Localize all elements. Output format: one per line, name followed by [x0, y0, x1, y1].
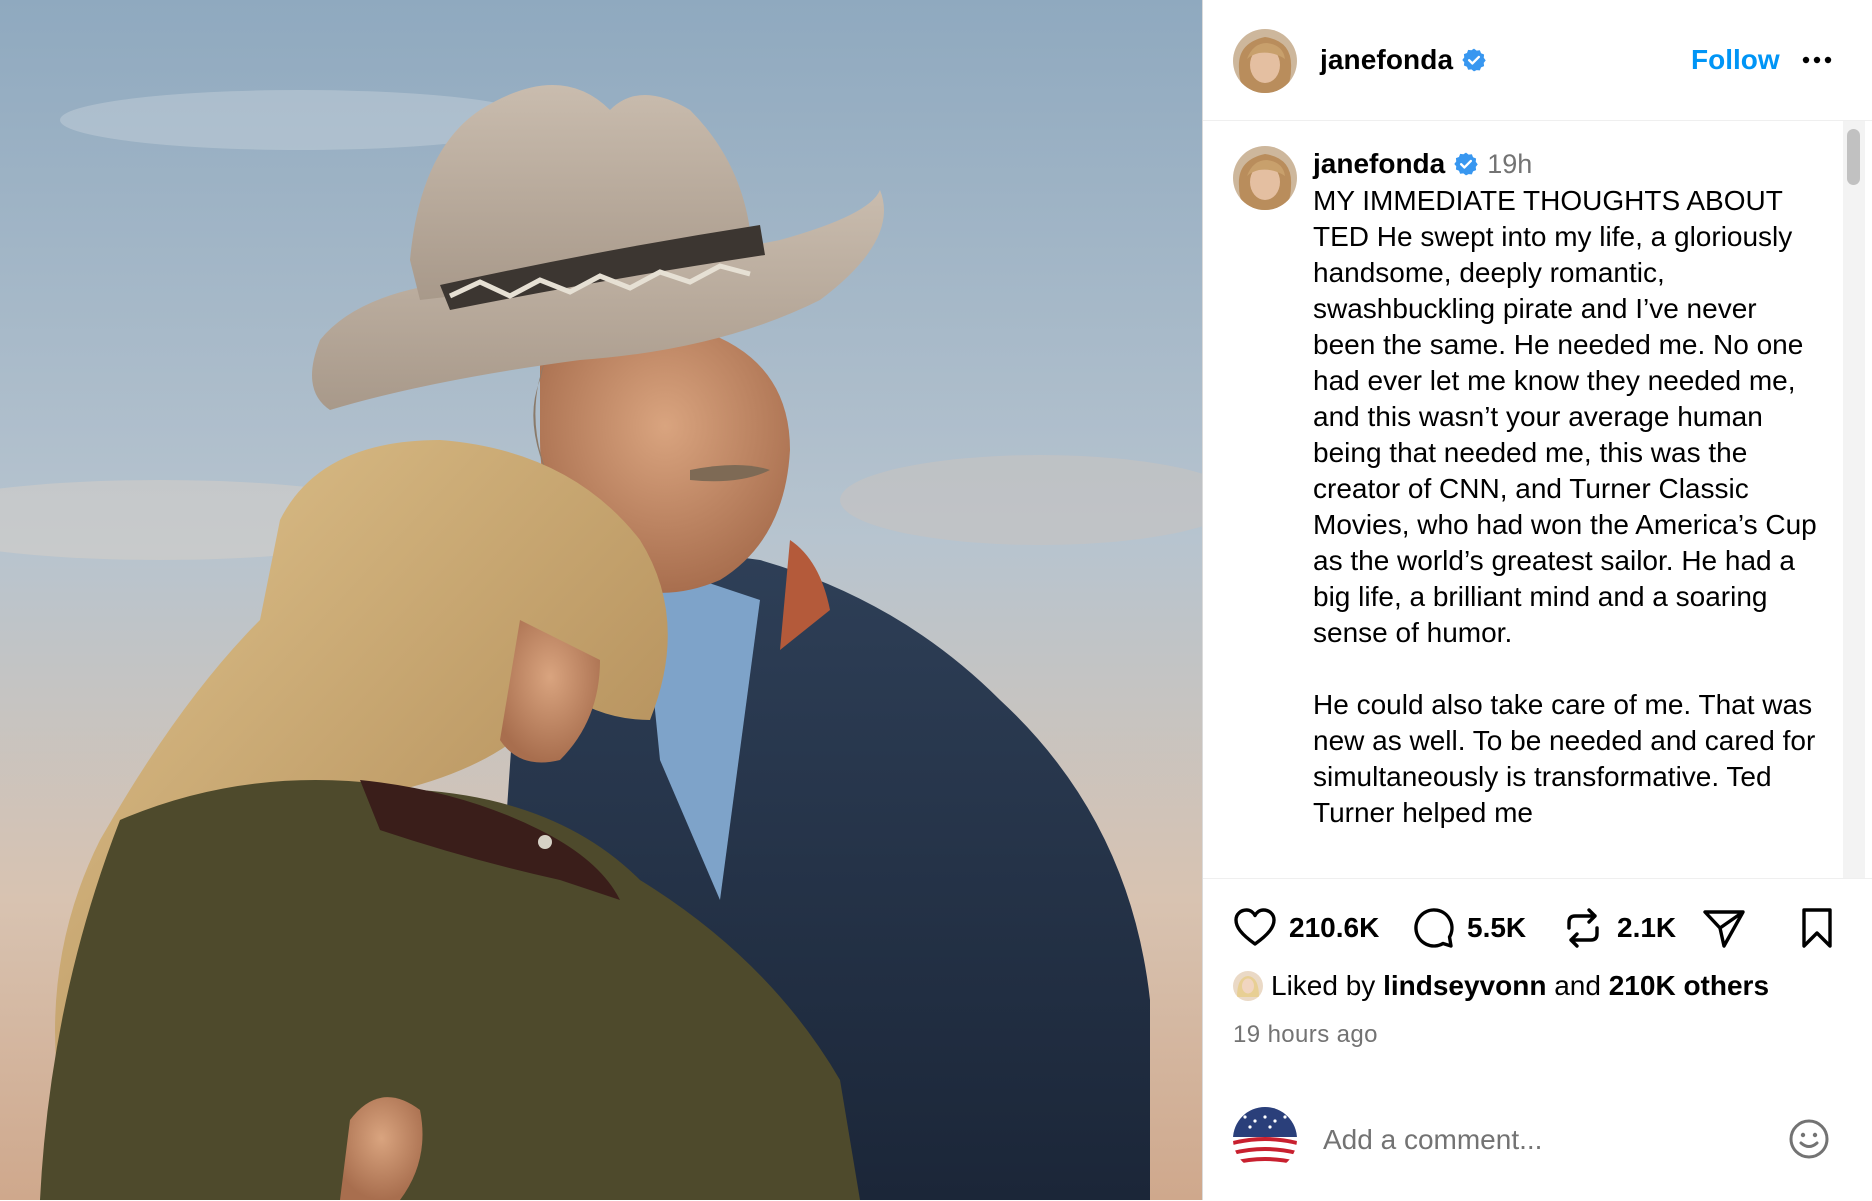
liked-by: Liked by lindseyvonn and 210K others	[1233, 970, 1769, 1002]
save-button[interactable]	[1793, 904, 1841, 952]
comment-count[interactable]: 5.5K	[1467, 912, 1526, 944]
post-timestamp[interactable]: 19 hours ago	[1233, 1021, 1378, 1049]
repost-button[interactable]: 2.1K	[1559, 904, 1676, 952]
bookmark-icon	[1802, 908, 1832, 948]
caption-scroll-area[interactable]: janefonda 19h MY IMMEDIATE THOUGHTS ABOUT…	[1203, 121, 1872, 878]
avatar-image	[1233, 29, 1297, 93]
verified-badge-icon	[1453, 151, 1479, 177]
post-image	[0, 0, 1202, 1200]
caption-username[interactable]: janefonda	[1313, 148, 1445, 179]
flag-avatar-image	[1233, 1107, 1297, 1171]
caption-header: janefonda 19h	[1313, 148, 1532, 180]
like-count[interactable]: 210.6K	[1289, 912, 1379, 944]
author-avatar[interactable]	[1233, 29, 1297, 93]
username-text[interactable]: janefonda	[1320, 44, 1453, 75]
post-photo[interactable]	[0, 0, 1203, 1200]
post-header: janefonda Follow	[1203, 0, 1872, 121]
comment-button[interactable]: 5.5K	[1409, 904, 1526, 952]
share-button[interactable]	[1700, 904, 1748, 952]
add-comment-row	[1203, 1099, 1872, 1199]
repost-icon	[1567, 908, 1599, 948]
comment-input[interactable]	[1321, 1117, 1755, 1163]
author-username[interactable]: janefonda	[1320, 44, 1487, 76]
avatar-image	[1233, 146, 1297, 210]
verified-badge-icon	[1461, 47, 1487, 73]
liker-avatar[interactable]	[1233, 971, 1263, 1001]
send-icon	[1703, 910, 1745, 948]
heart-icon	[1234, 908, 1276, 946]
liked-by-user[interactable]: lindseyvonn	[1383, 970, 1546, 1002]
caption-avatar[interactable]	[1233, 146, 1297, 210]
scrollbar-thumb[interactable]	[1847, 129, 1860, 185]
emoji-icon[interactable]	[1787, 1117, 1831, 1161]
liked-by-prefix: Liked by	[1271, 970, 1376, 1001]
more-options-icon[interactable]	[1797, 40, 1837, 80]
scrollbar[interactable]	[1843, 121, 1865, 878]
current-user-avatar[interactable]	[1233, 1107, 1297, 1171]
liked-by-and: and	[1554, 970, 1601, 1001]
liked-by-others[interactable]: 210K others	[1609, 970, 1769, 1002]
comment-icon	[1414, 908, 1454, 948]
caption-paragraph: MY IMMEDIATE THOUGHTS ABOUT TED He swept…	[1313, 185, 1817, 648]
repost-count[interactable]: 2.1K	[1617, 912, 1676, 944]
caption-timestamp[interactable]: 19h	[1487, 149, 1532, 179]
post-side-panel: janefonda Follow janefonda 19h MY IMMEDIA…	[1203, 0, 1872, 1201]
caption-paragraph: He could also take care of me. That was …	[1313, 689, 1816, 828]
like-button[interactable]: 210.6K	[1231, 904, 1379, 952]
follow-button[interactable]: Follow	[1691, 44, 1780, 76]
post-actions: 210.6K 5.5K 2.1K Liked by lindseyvonn an…	[1203, 878, 1872, 1201]
caption-text: MY IMMEDIATE THOUGHTS ABOUT TED He swept…	[1313, 183, 1823, 867]
